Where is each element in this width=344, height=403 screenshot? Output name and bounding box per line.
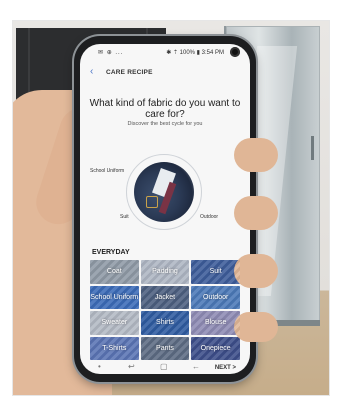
dial-label-suit[interactable]: Suit (120, 214, 129, 220)
app-header: ‹ CARE RECIPE (80, 64, 250, 82)
tile-onepiece[interactable]: Onepiece (191, 336, 240, 360)
tile-label: Padding (152, 268, 178, 276)
tile-padding[interactable]: Padding (140, 260, 190, 284)
tile-label: Sweater (101, 319, 128, 327)
tile-blouse[interactable]: Blouse (191, 311, 240, 335)
finger (234, 138, 278, 172)
dial-fabric-photo (134, 162, 194, 222)
status-notifications: ✉ ⊕ ... (98, 50, 124, 56)
tile-t-shirts[interactable]: T-Shirts (90, 336, 139, 360)
tile-shirts[interactable]: Shirts (140, 311, 190, 335)
tile-label: Shirts (156, 319, 174, 327)
question-heading: What kind of fabric do you want to care … (89, 98, 241, 120)
fabric-grid: Coat Padding Suit School Uniform Jacket … (90, 260, 240, 360)
nav-dot-icon[interactable]: • (98, 362, 101, 371)
tile-school-uniform[interactable]: School Uniform (90, 285, 139, 309)
back-arrow-icon[interactable]: ‹ (90, 66, 93, 77)
dial-label-school-uniform[interactable]: School Uniform (90, 168, 124, 174)
tile-outdoor[interactable]: Outdoor (191, 285, 240, 309)
front-camera-icon (230, 47, 240, 57)
tile-label: Outdoor (203, 293, 229, 301)
tile-pants[interactable]: Pants (140, 336, 190, 360)
tile-coat[interactable]: Coat (90, 260, 139, 284)
status-system: ✱ ⇡ 100% ▮ 3:54 PM (166, 50, 224, 56)
recent-apps-icon[interactable]: ↩ (128, 362, 135, 371)
status-bar: ✉ ⊕ ... ✱ ⇡ 100% ▮ 3:54 PM (80, 44, 250, 58)
finger (234, 254, 278, 288)
tile-label: Coat (106, 268, 122, 276)
photo-scene: ✉ ⊕ ... ✱ ⇡ 100% ▮ 3:54 PM ‹ CARE RECIPE… (12, 20, 330, 396)
back-icon[interactable]: ← (192, 362, 200, 371)
tile-label: Jacket (154, 293, 176, 301)
finger (234, 312, 278, 342)
tile-label: Blouse (204, 319, 227, 327)
fabric-dial[interactable] (126, 154, 202, 230)
tile-label: Onepiece (200, 344, 231, 352)
cabinet-handle (311, 136, 314, 160)
tile-label: School Uniform (90, 293, 139, 301)
phone-screen: ✉ ⊕ ... ✱ ⇡ 100% ▮ 3:54 PM ‹ CARE RECIPE… (80, 44, 250, 374)
home-icon[interactable]: ▢ (160, 362, 168, 371)
tile-suit[interactable]: Suit (191, 260, 240, 284)
tile-label: Suit (209, 268, 222, 276)
question-subtitle: Discover the best cycle for you (127, 121, 203, 127)
tile-sweater[interactable]: Sweater (90, 311, 139, 335)
page-title: CARE RECIPE (106, 69, 153, 76)
smartphone: ✉ ⊕ ... ✱ ⇡ 100% ▮ 3:54 PM ‹ CARE RECIPE… (74, 36, 256, 382)
tile-label: Pants (156, 344, 174, 352)
tile-label: T-Shirts (102, 344, 127, 352)
tile-jacket[interactable]: Jacket (140, 285, 190, 309)
system-nav-bar: • ↩ ▢ ← (80, 360, 250, 374)
section-title-everyday: EVERYDAY (92, 249, 130, 256)
finger (234, 196, 278, 230)
dial-label-outdoor[interactable]: Outdoor (200, 214, 218, 220)
